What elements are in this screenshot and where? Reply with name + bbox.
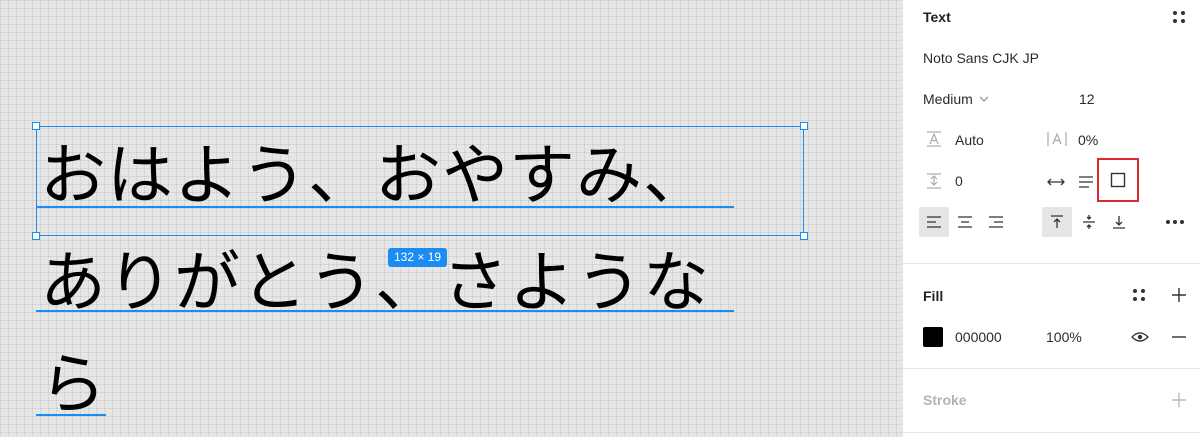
align-bottom-icon	[1113, 216, 1125, 229]
remove-fill-icon[interactable]	[1169, 327, 1189, 347]
font-size-input[interactable]: 12	[1079, 91, 1095, 107]
fill-section-title: Fill	[923, 288, 944, 304]
add-fill-icon[interactable]	[1169, 285, 1189, 305]
section-divider	[903, 432, 1200, 433]
font-weight-value: Medium	[923, 91, 973, 107]
canvas-text-line-2: ありがとう、さような	[40, 244, 710, 321]
font-family-dropdown[interactable]: Noto Sans CJK JP	[923, 50, 1039, 66]
resize-handle-top-left[interactable]	[32, 122, 40, 130]
section-divider	[903, 368, 1200, 369]
text-baseline-3	[36, 414, 106, 416]
add-stroke-icon[interactable]	[1169, 390, 1189, 410]
line-height-input[interactable]: Auto	[955, 132, 984, 148]
stroke-section-title: Stroke	[923, 392, 967, 408]
align-center-button[interactable]	[950, 207, 980, 237]
align-right-button[interactable]	[981, 207, 1011, 237]
font-weight-dropdown[interactable]: Medium	[923, 91, 991, 107]
align-top-button[interactable]	[1042, 207, 1072, 237]
section-divider	[903, 263, 1200, 264]
fill-styles-icon[interactable]	[1131, 287, 1147, 303]
align-left-button[interactable]	[919, 207, 949, 237]
chevron-down-icon	[979, 96, 989, 102]
resize-handle-bottom-left[interactable]	[32, 232, 40, 240]
letter-spacing-input[interactable]: 0%	[1078, 132, 1098, 148]
align-bottom-button[interactable]	[1104, 207, 1134, 237]
auto-width-icon[interactable]	[1045, 171, 1067, 193]
size-badge: 132 × 19	[388, 248, 448, 267]
properties-panel: Text Noto Sans CJK JP Medium 12 Auto 0% …	[902, 0, 1200, 437]
paragraph-spacing-input[interactable]: 0	[955, 173, 963, 189]
canvas-text-line-3: ら	[40, 346, 107, 423]
text-selection-box[interactable]	[36, 126, 804, 236]
fixed-size-button[interactable]	[1097, 158, 1139, 202]
resize-handle-bottom-right[interactable]	[800, 232, 808, 240]
align-right-icon	[989, 216, 1003, 228]
auto-height-icon[interactable]	[1075, 171, 1097, 193]
letter-spacing-icon	[1045, 128, 1069, 150]
fixed-size-icon	[1110, 172, 1126, 188]
resize-handle-top-right[interactable]	[800, 122, 808, 130]
design-canvas[interactable]: おはよう、おやすみ、 ありがとう、さような ら 132 × 19	[0, 0, 902, 437]
align-middle-button[interactable]	[1074, 207, 1104, 237]
align-center-icon	[958, 216, 972, 228]
align-left-icon	[927, 216, 941, 228]
fill-opacity-input[interactable]: 100%	[1046, 329, 1082, 345]
text-styles-icon[interactable]	[1171, 9, 1187, 25]
line-height-icon	[923, 128, 945, 150]
text-section-title: Text	[923, 9, 951, 25]
paragraph-spacing-icon	[923, 170, 945, 192]
align-top-icon	[1051, 215, 1063, 228]
fill-hex-input[interactable]: 000000	[955, 329, 1002, 345]
text-baseline-2	[36, 310, 734, 312]
visibility-eye-icon[interactable]	[1129, 326, 1151, 348]
more-options-icon[interactable]	[1163, 212, 1187, 232]
align-middle-icon	[1083, 215, 1095, 229]
fill-color-swatch[interactable]	[923, 327, 943, 347]
